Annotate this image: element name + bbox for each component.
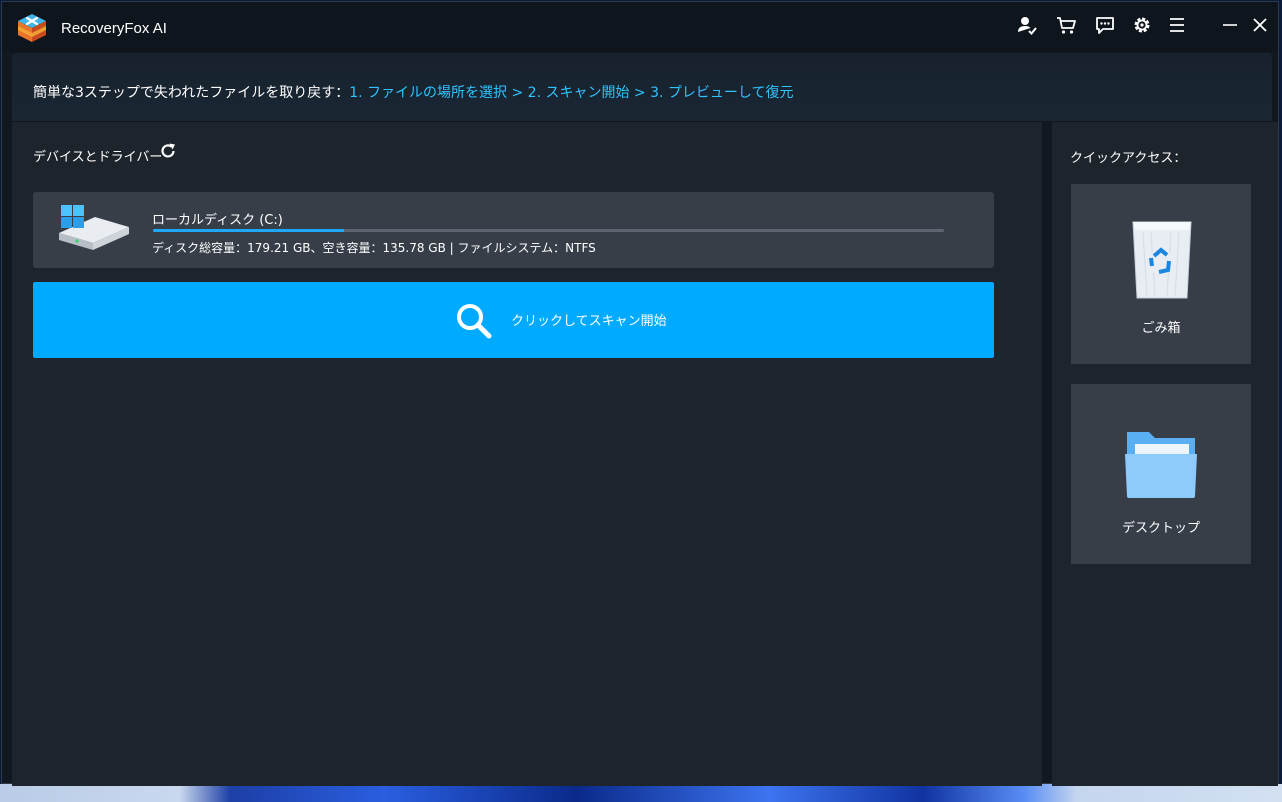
refresh-icon[interactable]: [158, 141, 178, 161]
hard-drive-icon: [59, 205, 129, 250]
folder-icon: [1125, 432, 1197, 498]
quick-access-recycle-bin[interactable]: ごみ箱: [1071, 184, 1251, 364]
account-icon[interactable]: [1014, 12, 1040, 38]
close-icon[interactable]: [1247, 12, 1273, 38]
start-scan-button[interactable]: クリックしてスキャン開始: [33, 282, 994, 358]
search-icon: [457, 304, 492, 339]
settings-icon[interactable]: [1129, 12, 1155, 38]
drive-usage-bar: [153, 229, 944, 232]
drive-name: ローカルディスク (C:): [152, 213, 283, 228]
feedback-icon[interactable]: [1092, 12, 1118, 38]
app-title: RecoveryFox AI: [61, 20, 167, 37]
drive-usage-fill: [153, 229, 345, 232]
drive-info: ディスク総容量：179.21 GB、空き容量：135.78 GB | ファイルシ…: [152, 241, 596, 255]
quick-access-title: クイックアクセス：: [1070, 151, 1187, 166]
desktop-label: デスクトップ: [1121, 521, 1200, 536]
banner-steps: 1. ファイルの場所を選択 > 2. スキャン開始 > 3. プレビューして復元: [349, 85, 794, 101]
menu-icon[interactable]: [1164, 12, 1190, 38]
drive-card-c[interactable]: ローカルディスク (C:) ディスク総容量：179.21 GB、空き容量：135…: [33, 192, 994, 268]
minimize-icon[interactable]: [1217, 12, 1243, 38]
app-window: RecoveryFox AI 簡単な3ステップで失われたファイルを取り戻す：1.…: [1, 1, 1279, 786]
cart-icon[interactable]: [1053, 12, 1079, 38]
recycle-bin-label: ごみ箱: [1141, 321, 1181, 336]
steps-banner: 簡単な3ステップで失われたファイルを取り戻す：1. ファイルの場所を選択 > 2…: [12, 53, 1272, 121]
title-bar: RecoveryFox AI: [2, 2, 1278, 52]
scan-label: クリックしてスキャン開始: [511, 314, 667, 329]
app-logo: [18, 14, 46, 42]
banner-lead: 簡単な3ステップで失われたファイルを取り戻す：: [33, 85, 350, 101]
desktop-wallpaper: [0, 784, 1282, 802]
recycle-bin-icon: [1132, 221, 1192, 299]
devices-title: デバイスとドライバー: [33, 150, 163, 165]
quick-access-panel: クイックアクセス： ごみ箱 デスクトップ: [1052, 122, 1278, 786]
devices-panel: デバイスとドライバー ローカルディスク (C:) ディスク総容量：179.21 …: [12, 122, 1042, 786]
quick-access-desktop[interactable]: デスクトップ: [1071, 384, 1251, 564]
